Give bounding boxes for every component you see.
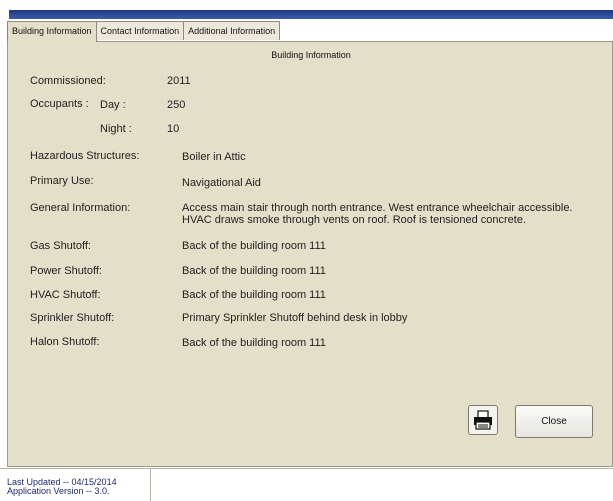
gas-shutoff-label: Gas Shutoff: bbox=[30, 240, 91, 252]
app-version-text: Application Version -- 3.0. bbox=[7, 486, 110, 496]
hvac-shutoff-label: HVAC Shutoff: bbox=[30, 289, 101, 301]
sprinkler-shutoff-value: Primary Sprinkler Shutoff behind desk in… bbox=[182, 312, 408, 324]
occupants-night-value: 10 bbox=[167, 123, 180, 135]
printer-icon bbox=[474, 410, 492, 430]
occupants-night-label: Night : bbox=[100, 123, 132, 135]
primary-use-label: Primary Use: bbox=[30, 175, 94, 187]
power-shutoff-value: Back of the building room 111 bbox=[182, 265, 326, 277]
occupants-day-label: Day : bbox=[100, 99, 126, 111]
status-bar: Last Updated -- 04/15/2014 Application V… bbox=[0, 468, 613, 501]
primary-use-value: Navigational Aid bbox=[182, 177, 261, 189]
gas-shutoff-value: Back of the building room 111 bbox=[182, 240, 326, 252]
general-information-value: Access main stair through north entrance… bbox=[182, 202, 573, 226]
sprinkler-shutoff-label: Sprinkler Shutoff: bbox=[30, 312, 115, 324]
tab-building-information[interactable]: Building Information bbox=[7, 21, 97, 42]
tab-additional-information[interactable]: Additional Information bbox=[183, 21, 281, 40]
close-button[interactable]: Close bbox=[515, 405, 593, 438]
commissioned-value: 2011 bbox=[167, 75, 191, 87]
tab-contact-information[interactable]: Contact Information bbox=[95, 21, 185, 40]
title-bar-strip bbox=[9, 10, 613, 19]
halon-shutoff-value: Back of the building room 111 bbox=[182, 337, 326, 349]
power-shutoff-label: Power Shutoff: bbox=[30, 265, 102, 277]
occupants-day-value: 250 bbox=[167, 99, 186, 111]
status-info: Last Updated -- 04/15/2014 Application V… bbox=[7, 469, 151, 501]
print-button[interactable] bbox=[468, 405, 498, 435]
commissioned-label: Commissioned: bbox=[30, 75, 106, 87]
hazardous-structures-value: Boiler in Attic bbox=[182, 151, 246, 163]
panel-title: Building Information bbox=[271, 50, 351, 60]
tab-strip: Building Information Contact Information… bbox=[7, 21, 281, 42]
window-title-bar bbox=[0, 0, 613, 20]
hazardous-structures-label: Hazardous Structures: bbox=[30, 150, 140, 162]
building-information-panel: Building Information Commissioned: 2011 … bbox=[7, 41, 613, 467]
halon-shutoff-label: Halon Shutoff: bbox=[30, 336, 100, 348]
occupants-label: Occupants : bbox=[30, 98, 89, 110]
general-information-label: General Information: bbox=[30, 202, 131, 214]
hvac-shutoff-value: Back of the building room 111 bbox=[182, 289, 326, 301]
